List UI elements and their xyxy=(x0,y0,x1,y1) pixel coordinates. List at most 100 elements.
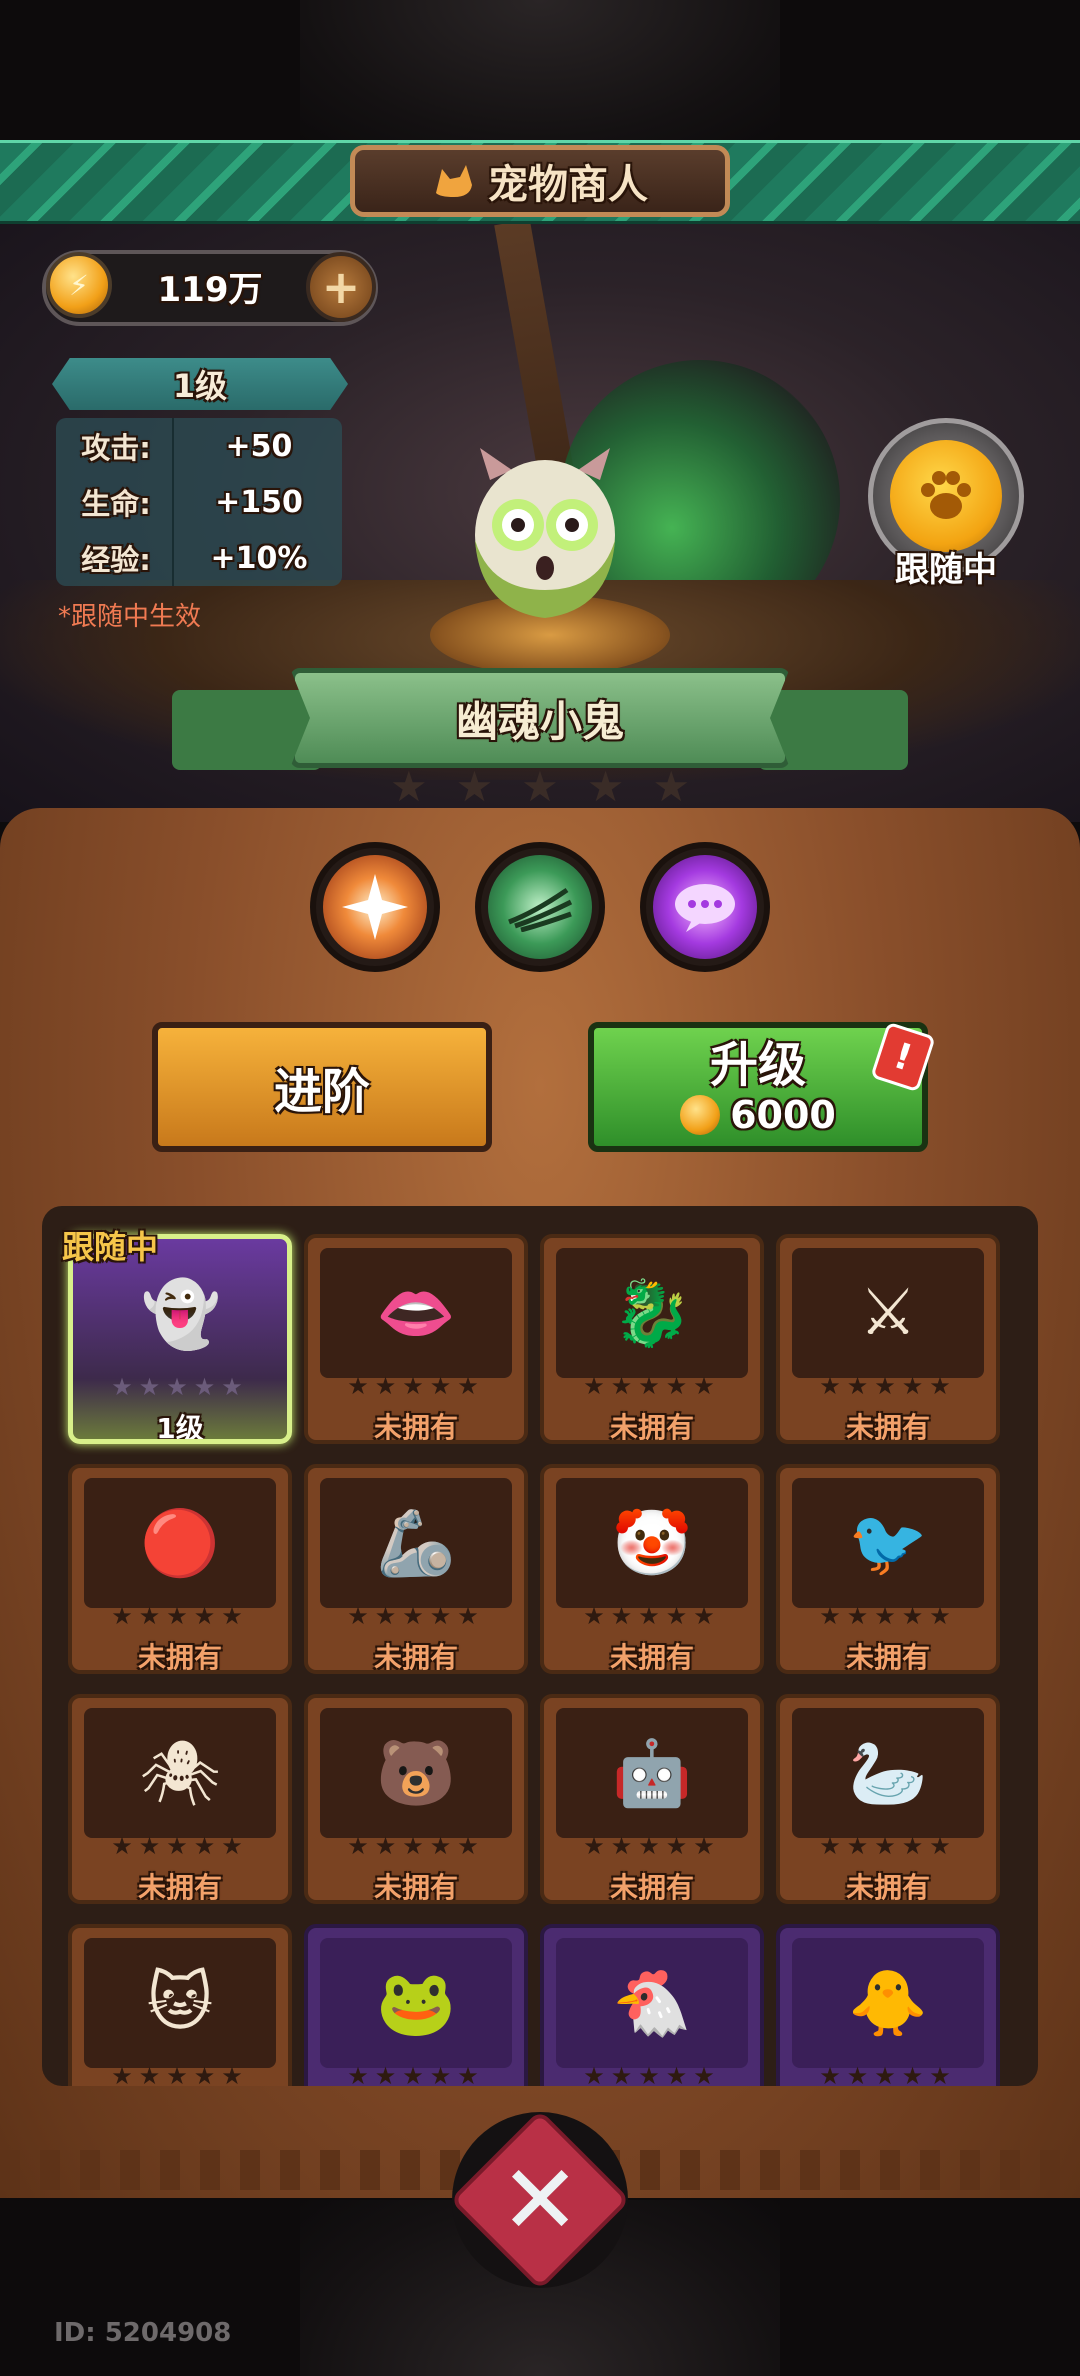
upgrade-cost-value: 6000 xyxy=(730,1093,836,1137)
cat-icon: 🐱 xyxy=(84,1938,276,2068)
card-status-label: 未拥有 xyxy=(845,1871,930,1904)
pet-card[interactable]: 🐻 ★★★★★ 未拥有 xyxy=(304,1694,528,1904)
spider-icon: 🕷 xyxy=(84,1708,276,1838)
card-status-label: 未拥有 xyxy=(373,1411,458,1444)
fox-icon xyxy=(436,165,472,197)
pet-star-rating: ★ ★ ★ ★ ★ xyxy=(390,762,690,811)
pet-card[interactable]: 🐱 ★★★★★ xyxy=(68,1924,292,2086)
skill-slot-3[interactable] xyxy=(640,842,770,972)
card-star-rating: ★★★★★ xyxy=(347,2062,485,2086)
skill-slot-1[interactable] xyxy=(310,842,440,972)
ghost-imp-portrait xyxy=(475,448,615,618)
angel-bot-icon: 🤖 xyxy=(556,1708,748,1838)
card-star-rating: ★★★★★ xyxy=(819,1832,957,1860)
pet-level-banner: 1级 xyxy=(52,358,348,410)
add-currency-button[interactable]: + xyxy=(306,252,376,322)
pet-card[interactable]: 🤖 ★★★★★ 未拥有 xyxy=(540,1694,764,1904)
card-star-rating: ★★★★★ xyxy=(819,1372,957,1400)
card-star-rating: ★★★★★ xyxy=(819,2062,957,2086)
knight-icon: ⚔ xyxy=(792,1248,984,1378)
stat-label: 经验: xyxy=(81,543,151,577)
card-star-rating: ★★★★★ xyxy=(347,1832,485,1860)
goose-icon: 🦢 xyxy=(792,1708,984,1838)
star-icon: ★ xyxy=(586,762,625,811)
speech-skill-icon xyxy=(653,855,757,959)
claw-skill-icon xyxy=(488,855,592,959)
card-star-rating: ★★★★★ xyxy=(583,1372,721,1400)
crow-icon: 🐦 xyxy=(792,1478,984,1608)
following-tag: 跟随中 xyxy=(62,1228,159,1266)
stat-value: +10% xyxy=(210,540,308,576)
pet-name: 幽魂小鬼 xyxy=(455,696,624,746)
upgrade-cost: 6000 xyxy=(680,1093,836,1137)
follow-effect-note: *跟随中生效 xyxy=(58,602,202,632)
star-icon: ★ xyxy=(521,762,559,811)
advance-button[interactable]: 进阶 xyxy=(152,1022,492,1152)
card-star-rating: ★★★★★ xyxy=(583,1602,721,1630)
pet-card[interactable]: 🐔 ★★★★★ xyxy=(540,1924,764,2086)
zombie-bird-icon: 🐥 xyxy=(792,1938,984,2068)
card-status-label: 未拥有 xyxy=(609,1871,694,1904)
card-star-rating: ★★★★★ xyxy=(111,1602,249,1630)
pet-card[interactable]: 🔴 ★★★★★ 未拥有 xyxy=(68,1464,292,1674)
card-star-rating: ★★★★★ xyxy=(583,2062,721,2086)
card-status-label: 未拥有 xyxy=(137,1641,222,1674)
frog-icon: 🐸 xyxy=(320,1938,512,2068)
stat-label: 攻击: xyxy=(81,431,151,465)
stat-row-attack: 攻击: +50 xyxy=(56,418,342,474)
card-star-rating: ★★★★★ xyxy=(111,2062,249,2086)
pet-card[interactable]: 🕷 ★★★★★ 未拥有 xyxy=(68,1694,292,1904)
currency-amount: 119万 xyxy=(157,270,263,310)
coin-icon xyxy=(680,1095,721,1135)
card-status-label: 1级 xyxy=(156,1412,204,1444)
pet-card[interactable]: 🐉 ★★★★★ 未拥有 xyxy=(540,1234,764,1444)
card-status-label: 未拥有 xyxy=(845,1411,930,1444)
user-id: ID: 5204908 xyxy=(54,2318,232,2348)
daruma-icon: 🔴 xyxy=(84,1478,276,1608)
card-star-rating: ★★★★★ xyxy=(819,1602,957,1630)
pet-card[interactable]: 🐦 ★★★★★ 未拥有 xyxy=(776,1464,1000,1674)
pet-name-ribbon: 幽魂小鬼 xyxy=(290,668,790,768)
dragon-icon: 🐉 xyxy=(556,1248,748,1378)
page-title: 宠物商人 xyxy=(488,162,648,208)
chicken-icon: 🐔 xyxy=(556,1938,748,2068)
pet-card[interactable]: 👄 ★★★★★ 未拥有 xyxy=(304,1234,528,1444)
skill-slot-2[interactable] xyxy=(475,842,605,972)
stat-value: +50 xyxy=(225,428,293,464)
stat-label: 生命: xyxy=(81,487,151,521)
card-star-rating: ★★★★★ xyxy=(111,1832,249,1860)
paw-icon[interactable] xyxy=(890,440,1002,552)
card-star-rating: ★★★★★ xyxy=(583,1832,721,1860)
upgrade-button[interactable]: 升级 6000 xyxy=(588,1022,928,1152)
chomper-icon: 👄 xyxy=(320,1248,512,1378)
card-status-label: 未拥有 xyxy=(373,1871,458,1904)
star-icon: ★ xyxy=(652,762,690,811)
burst-skill-icon xyxy=(323,855,427,959)
pet-card[interactable]: ⚔ ★★★★★ 未拥有 xyxy=(776,1234,1000,1444)
star-icon: ★ xyxy=(390,762,428,811)
stat-value: +150 xyxy=(215,484,303,520)
card-star-rating: ★★★★★ xyxy=(347,1372,485,1400)
card-status-label: 未拥有 xyxy=(137,1871,222,1904)
gauntlet-icon: 🦾 xyxy=(320,1478,512,1608)
upgrade-label: 升级 xyxy=(709,1037,806,1093)
card-star-rating: ★★★★★ xyxy=(347,1602,485,1630)
clown-icon: 🤡 xyxy=(556,1478,748,1608)
pet-card[interactable]: 🐥 ★★★★★ xyxy=(776,1924,1000,2086)
card-status-label: 未拥有 xyxy=(373,1641,458,1674)
top-tribal-decoration xyxy=(300,0,780,140)
bear-icon: 🐻 xyxy=(320,1708,512,1838)
ghost-imp-icon: 👻 xyxy=(141,1277,221,1352)
card-status-label: 未拥有 xyxy=(609,1641,694,1674)
coin-icon: ⚡ xyxy=(46,252,112,318)
card-status-label: 未拥有 xyxy=(845,1641,930,1674)
pet-card[interactable]: 🤡 ★★★★★ 未拥有 xyxy=(540,1464,764,1674)
pet-card[interactable]: 🦾 ★★★★★ 未拥有 xyxy=(304,1464,528,1674)
follow-status-label: 跟随中 xyxy=(895,550,997,590)
pet-collection-grid: 👻 ★★★★★ 1级 👄 ★★★★★ 未拥有 🐉 ★★★★★ 未拥有 ⚔ ★★★★★ 未拥有 🔴 ★★★★… xyxy=(42,1206,1038,2086)
pet-card[interactable]: 🦢 ★★★★★ 未拥有 xyxy=(776,1694,1000,1904)
stat-row-health: 生命: +150 xyxy=(56,474,342,530)
pet-card[interactable]: 🐸 ★★★★★ xyxy=(304,1924,528,2086)
card-status-label: 未拥有 xyxy=(609,1411,694,1444)
close-button[interactable]: ✕ xyxy=(449,2109,631,2291)
